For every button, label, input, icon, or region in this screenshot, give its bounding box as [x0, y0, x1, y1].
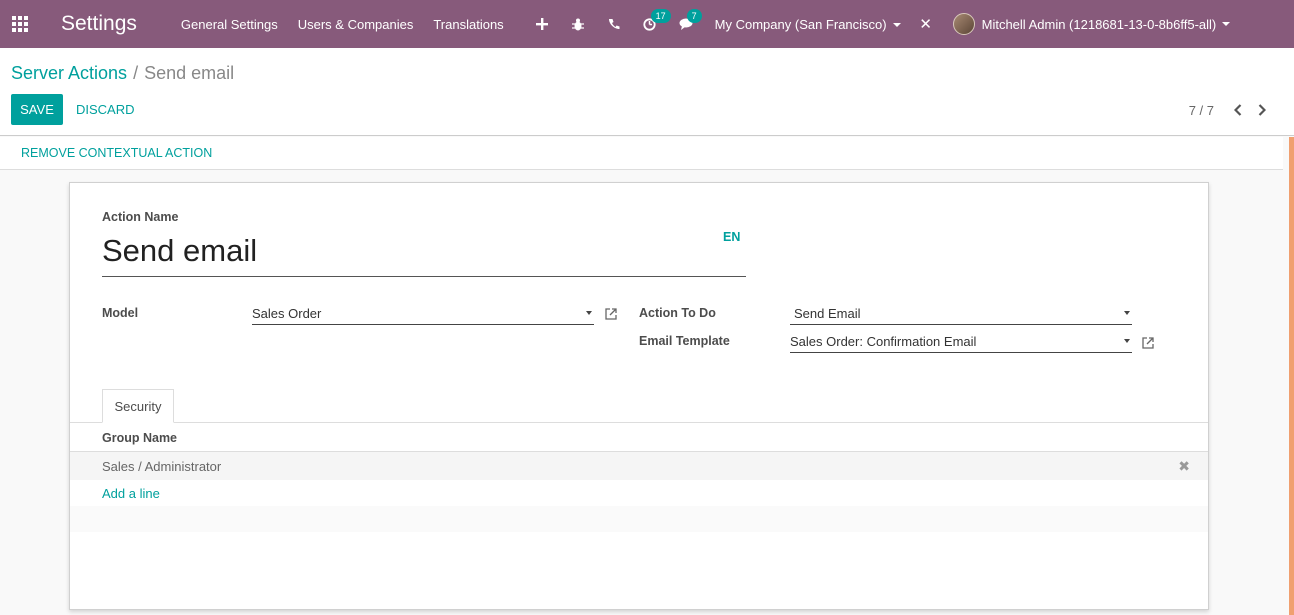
discard-button[interactable]: DISCARD	[76, 94, 135, 125]
bug-icon[interactable]	[560, 0, 596, 48]
user-menu[interactable]: Mitchell Admin (1218681-13-0-8b6ff5-all)	[952, 13, 1231, 35]
form-sheet: Action Name Send email EN Model Sales Or…	[69, 182, 1209, 610]
model-select[interactable]: Sales Order	[252, 302, 594, 325]
remove-contextual-action-button[interactable]: REMOVE CONTEXTUAL ACTION	[21, 146, 212, 160]
company-name: My Company (San Francisco)	[714, 16, 887, 32]
action-to-do-select[interactable]: Send Email	[790, 302, 1132, 325]
form-statusbar: REMOVE CONTEXTUAL ACTION	[0, 137, 1283, 170]
dropdown-caret-icon	[1124, 339, 1130, 343]
control-panel: Server Actions / Send email SAVE DISCARD 7…	[0, 48, 1294, 136]
menu-translations[interactable]: Translations	[433, 17, 503, 32]
company-switcher[interactable]: My Company (San Francisco)	[715, 17, 901, 32]
table-row-empty	[70, 506, 1208, 532]
email-template-select[interactable]: Sales Order: Confirmation Email	[790, 330, 1132, 353]
top-navbar: Settings General Settings Users & Compan…	[0, 0, 1294, 48]
tools-icon[interactable]: ✕	[907, 15, 945, 33]
chevron-right-icon	[1258, 104, 1266, 116]
table-header: Group Name	[70, 423, 1208, 452]
external-link-icon[interactable]	[604, 307, 618, 321]
pager-next-button[interactable]	[1250, 100, 1274, 120]
chevron-down-icon	[892, 23, 901, 28]
pager-previous-button[interactable]	[1226, 100, 1250, 120]
user-name: Mitchell Admin (1218681-13-0-8b6ff5-all)	[981, 16, 1217, 32]
language-button[interactable]: EN	[723, 230, 740, 244]
chat-icon[interactable]: 7	[668, 0, 704, 48]
table-row-empty	[70, 480, 1208, 506]
action-to-do-value: Send Email	[794, 305, 861, 321]
avatar	[952, 13, 975, 35]
apps-menu-icon[interactable]	[0, 0, 40, 48]
column-group-name[interactable]: Group Name	[102, 431, 177, 445]
group-name-cell: Sales / Administrator	[102, 459, 222, 474]
table-row[interactable]: Sales / Administrator ✖	[70, 452, 1208, 480]
dropdown-caret-icon	[1124, 311, 1130, 315]
action-to-do-label: Action To Do	[639, 306, 716, 320]
email-template-value: Sales Order: Confirmation Email	[790, 333, 977, 349]
dropdown-caret-icon	[586, 311, 592, 315]
systray: 17 7	[524, 0, 704, 48]
action-name-input[interactable]: Send email	[102, 231, 746, 277]
pager: 7 / 7	[1189, 100, 1274, 120]
app-title: Settings	[61, 12, 137, 35]
breadcrumb-separator: /	[133, 63, 139, 83]
plus-icon[interactable]	[524, 0, 560, 48]
clock-icon[interactable]: 17	[632, 0, 671, 48]
menu-users-companies[interactable]: Users & Companies	[298, 17, 414, 32]
breadcrumb-current: Send email	[144, 63, 235, 83]
chevron-down-icon	[1222, 22, 1231, 26]
save-button[interactable]: SAVE	[11, 94, 63, 125]
breadcrumb-server-actions[interactable]: Server Actions	[11, 63, 127, 83]
chevron-left-icon	[1234, 104, 1242, 116]
tab-security[interactable]: Security	[102, 389, 174, 423]
pager-value[interactable]: 7 / 7	[1189, 103, 1214, 118]
action-name-label: Action Name	[102, 210, 179, 224]
phone-icon[interactable]	[596, 0, 632, 48]
add-line-link[interactable]: Add a line	[102, 486, 160, 501]
delete-row-icon[interactable]: ✖	[1178, 458, 1190, 475]
scroll-indicator	[1289, 137, 1294, 615]
messages-badge: 7	[686, 9, 702, 23]
external-link-icon[interactable]	[1141, 336, 1155, 350]
email-template-label: Email Template	[639, 334, 730, 348]
model-label: Model	[102, 306, 139, 320]
menu-general-settings[interactable]: General Settings	[181, 17, 278, 32]
breadcrumb: Server Actions / Send email	[11, 63, 234, 84]
model-value: Sales Order	[252, 305, 322, 321]
